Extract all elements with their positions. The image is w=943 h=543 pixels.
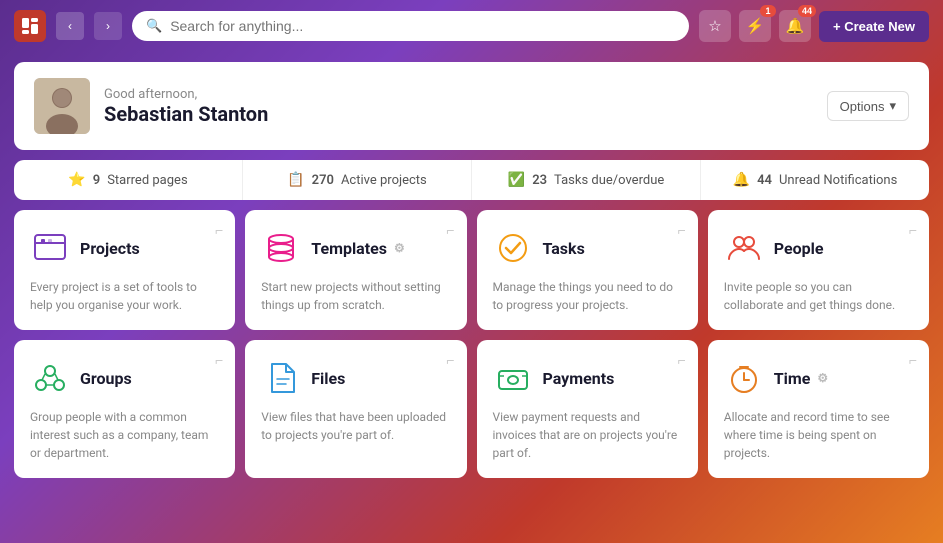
welcome-text: Good afternoon, Sebastian Stanton — [104, 87, 268, 126]
alert-icon: ⚡ — [746, 17, 765, 35]
files-icon — [261, 358, 301, 398]
header-actions: ☆ ⚡ 1 🔔 44 + Create New — [699, 10, 929, 42]
tasks-arrow-icon: ⌐ — [678, 222, 686, 239]
templates-arrow-icon: ⌐ — [446, 222, 454, 239]
templates-title: Templates ⚙ — [311, 239, 405, 258]
projects-icon — [30, 228, 70, 268]
groups-arrow-icon: ⌐ — [215, 352, 223, 369]
stat-projects[interactable]: 📋 270 Active projects — [243, 160, 472, 200]
tasks-header: Tasks — [493, 228, 682, 268]
header: ‹ › 🔍 ☆ ⚡ 1 🔔 44 + Create New — [0, 0, 943, 52]
notifications-stat-icon: 🔔 — [733, 172, 750, 188]
card-payments[interactable]: ⌐ Payments View payment requests and inv… — [477, 340, 698, 478]
groups-header: Groups — [30, 358, 219, 398]
notification-button[interactable]: 🔔 44 — [779, 10, 811, 42]
starred-button[interactable]: ☆ — [699, 10, 731, 42]
projects-arrow-icon: ⌐ — [215, 222, 223, 239]
search-icon: 🔍 — [146, 19, 162, 34]
cards-grid: ⌐ Projects Every project is a set of too… — [14, 210, 929, 478]
people-arrow-icon: ⌐ — [909, 222, 917, 239]
options-label: Options — [840, 99, 885, 114]
stat-tasks[interactable]: ✅ 23 Tasks due/overdue — [472, 160, 701, 200]
card-groups[interactable]: ⌐ Groups Group people with a common inte… — [14, 340, 235, 478]
files-desc: View files that have been uploaded to pr… — [261, 408, 450, 444]
time-arrow-icon: ⌐ — [909, 352, 917, 369]
search-bar: 🔍 — [132, 11, 689, 41]
payments-title: Payments — [543, 369, 615, 388]
options-button[interactable]: Options ▾ — [827, 91, 909, 121]
stats-row: ⭐ 9 Starred pages 📋 270 Active projects … — [14, 160, 929, 200]
notification-badge: 44 — [798, 5, 816, 17]
projects-header: Projects — [30, 228, 219, 268]
projects-label: Active projects — [341, 173, 427, 188]
files-title: Files — [311, 369, 345, 388]
chevron-down-icon: ▾ — [889, 98, 896, 114]
groups-icon — [30, 358, 70, 398]
avatar — [34, 78, 90, 134]
starred-count: 9 — [93, 173, 100, 188]
card-templates[interactable]: ⌐ Templates ⚙ Start new projects with — [245, 210, 466, 330]
payments-header: Payments — [493, 358, 682, 398]
projects-count: 270 — [312, 173, 334, 188]
templates-desc: Start new projects without setting thing… — [261, 278, 450, 314]
time-settings-icon: ⚙ — [817, 371, 828, 385]
templates-header: Templates ⚙ — [261, 228, 450, 268]
tasks-icon — [493, 228, 533, 268]
time-desc: Allocate and record time to see where ti… — [724, 408, 913, 462]
projects-title: Projects — [80, 239, 140, 258]
time-header: Time ⚙ — [724, 358, 913, 398]
card-time[interactable]: ⌐ Time ⚙ Allocate and record time to — [708, 340, 929, 478]
people-icon — [724, 228, 764, 268]
projects-desc: Every project is a set of tools to help … — [30, 278, 219, 314]
templates-settings-icon: ⚙ — [394, 241, 405, 255]
payments-arrow-icon: ⌐ — [678, 352, 686, 369]
search-input[interactable] — [170, 18, 675, 34]
alert-badge: 1 — [760, 5, 776, 17]
welcome-left: Good afternoon, Sebastian Stanton — [34, 78, 268, 134]
projects-stat-icon: 📋 — [287, 172, 304, 188]
card-files[interactable]: ⌐ Files View files that have been upload… — [245, 340, 466, 478]
groups-desc: Group people with a common interest such… — [30, 408, 219, 462]
payments-icon — [493, 358, 533, 398]
create-button[interactable]: + Create New — [819, 11, 929, 42]
payments-desc: View payment requests and invoices that … — [493, 408, 682, 462]
user-name: Sebastian Stanton — [104, 102, 268, 126]
files-header: Files — [261, 358, 450, 398]
welcome-card: Good afternoon, Sebastian Stanton Option… — [14, 62, 929, 150]
card-people[interactable]: ⌐ People Invite people so you can collab… — [708, 210, 929, 330]
tasks-desc: Manage the things you need to do to prog… — [493, 278, 682, 314]
bell-icon: 🔔 — [786, 17, 805, 35]
tasks-label: Tasks due/overdue — [554, 173, 664, 188]
time-title: Time ⚙ — [774, 369, 828, 388]
star-icon: ☆ — [708, 17, 721, 35]
time-icon — [724, 358, 764, 398]
groups-title: Groups — [80, 369, 132, 388]
people-desc: Invite people so you can collaborate and… — [724, 278, 913, 314]
card-tasks[interactable]: ⌐ Tasks Manage the things you need to do… — [477, 210, 698, 330]
starred-stat-icon: ⭐ — [68, 172, 85, 188]
stat-notifications[interactable]: 🔔 44 Unread Notifications — [701, 160, 929, 200]
tasks-count: 23 — [532, 173, 547, 188]
files-arrow-icon: ⌐ — [446, 352, 454, 369]
greeting: Good afternoon, — [104, 87, 268, 102]
people-header: People — [724, 228, 913, 268]
notifications-count: 44 — [757, 173, 772, 188]
forward-button[interactable]: › — [94, 12, 122, 40]
templates-icon — [261, 228, 301, 268]
alert-button[interactable]: ⚡ 1 — [739, 10, 771, 42]
stat-starred[interactable]: ⭐ 9 Starred pages — [14, 160, 243, 200]
logo[interactable] — [14, 10, 46, 42]
notifications-label: Unread Notifications — [779, 173, 897, 188]
main-content: Good afternoon, Sebastian Stanton Option… — [0, 52, 943, 492]
starred-label: Starred pages — [107, 173, 187, 188]
card-projects[interactable]: ⌐ Projects Every project is a set of too… — [14, 210, 235, 330]
tasks-stat-icon: ✅ — [508, 172, 525, 188]
tasks-title: Tasks — [543, 239, 585, 258]
people-title: People — [774, 239, 824, 258]
back-button[interactable]: ‹ — [56, 12, 84, 40]
